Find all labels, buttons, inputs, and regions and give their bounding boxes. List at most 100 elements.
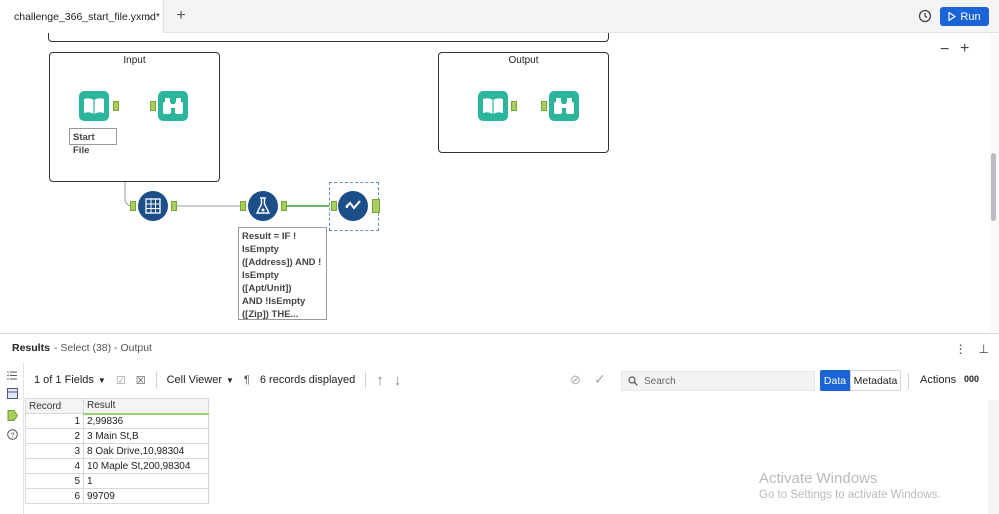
input-anchor[interactable] bbox=[541, 101, 547, 111]
browse-tool-output[interactable] bbox=[549, 91, 579, 121]
cancel-icon[interactable]: ⊘ bbox=[570, 372, 581, 388]
run-button[interactable]: Run bbox=[940, 7, 989, 26]
run-label: Run bbox=[960, 10, 981, 23]
result-cell[interactable]: 8 Oak Drive,10,98304 bbox=[83, 443, 209, 459]
results-subtitle: - Select (38) - Output bbox=[53, 342, 152, 354]
pilcrow-icon[interactable]: ¶ bbox=[244, 374, 250, 386]
table-row[interactable]: 6 99709 bbox=[25, 488, 209, 504]
arrow-down-icon[interactable]: ↓ bbox=[394, 372, 402, 389]
record-cell: 3 bbox=[25, 443, 84, 459]
tab-workflow[interactable]: challenge_366_start_file.yxmd* bbox=[0, 0, 164, 33]
list-icon[interactable] bbox=[7, 370, 18, 381]
tab-title: challenge_366_start_file.yxmd* bbox=[14, 10, 160, 23]
annotation-line: ([Apt/Unit]) bbox=[242, 283, 292, 294]
divider bbox=[155, 372, 157, 388]
search-input[interactable]: Search bbox=[621, 371, 815, 391]
results-scrollbar[interactable] bbox=[988, 400, 999, 514]
results-header: Results - Select (38) - Output ⋮ ⊥ bbox=[0, 334, 999, 362]
search-icon bbox=[628, 376, 638, 386]
column-header-record[interactable]: Record bbox=[25, 398, 84, 414]
clear-box-icon[interactable]: ☒ bbox=[136, 374, 146, 387]
search-placeholder: Search bbox=[644, 375, 676, 387]
watermark-line2: Go to Settings to activate Windows. bbox=[759, 489, 941, 501]
divider bbox=[365, 372, 367, 388]
cell-viewer-label: Cell Viewer bbox=[166, 374, 223, 386]
output-anchor[interactable] bbox=[171, 201, 177, 211]
table-row[interactable]: 4 10 Maple St,200,98304 bbox=[25, 458, 209, 474]
play-icon bbox=[948, 12, 957, 21]
watermark-line1: Activate Windows bbox=[759, 470, 878, 487]
app-window: challenge_366_start_file.yxmd* × + Run −… bbox=[0, 0, 999, 514]
history-icon[interactable] bbox=[918, 9, 932, 23]
edit-check-icon[interactable]: ☑ bbox=[116, 374, 126, 387]
fields-dropdown[interactable]: 1 of 1 Fields ▼ bbox=[34, 374, 106, 386]
tab-metadata[interactable]: Metadata bbox=[850, 370, 901, 391]
binoculars-icon bbox=[163, 98, 183, 114]
table-row[interactable]: 3 8 Oak Drive,10,98304 bbox=[25, 443, 209, 459]
output-container[interactable]: Output bbox=[438, 52, 609, 153]
canvas-scrollbar[interactable] bbox=[989, 33, 999, 333]
multi-row-formula-tool[interactable] bbox=[138, 191, 168, 221]
output-anchor[interactable] bbox=[372, 199, 380, 213]
input-anchor[interactable] bbox=[150, 101, 156, 111]
result-cell[interactable]: 2,99836 bbox=[83, 413, 209, 429]
tab-data[interactable]: Data bbox=[820, 370, 850, 391]
records-count: 6 records displayed bbox=[259, 374, 356, 386]
divider bbox=[908, 373, 909, 389]
help-icon[interactable]: ? bbox=[7, 429, 18, 440]
checkmark-icon[interactable]: ✓ bbox=[594, 371, 606, 388]
cell-viewer-dropdown[interactable]: Cell Viewer ▼ bbox=[167, 374, 234, 386]
record-cell: 5 bbox=[25, 473, 84, 489]
table-row[interactable]: 2 3 Main St,B bbox=[25, 428, 209, 444]
record-cell: 6 bbox=[25, 488, 84, 504]
input-container-title: Input bbox=[123, 55, 146, 66]
result-cell[interactable]: 10 Maple St,200,98304 bbox=[83, 458, 209, 474]
actions-more-button[interactable]: 000 bbox=[964, 374, 979, 384]
table-row[interactable]: 1 2,99836 bbox=[25, 413, 209, 429]
formula-annotation: Result = IF ! IsEmpty ([Address]) AND ! … bbox=[238, 227, 327, 320]
workflow-canvas[interactable]: − + Input Start File Output Result = IF … bbox=[0, 33, 989, 333]
record-cell: 4 bbox=[25, 458, 84, 474]
annotation-line: IsEmpty bbox=[242, 244, 279, 255]
select-tool[interactable] bbox=[338, 191, 368, 221]
formula-tool[interactable] bbox=[248, 191, 278, 221]
input-container[interactable]: Input bbox=[49, 52, 220, 182]
scrollbar-thumb[interactable] bbox=[991, 153, 996, 221]
results-sidebar: ? bbox=[0, 362, 24, 514]
arrow-up-icon[interactable]: ↑ bbox=[376, 372, 384, 389]
output-anchor[interactable] bbox=[511, 101, 517, 111]
add-tab-button[interactable]: + bbox=[172, 7, 190, 25]
more-vertical-icon[interactable]: ⋮ bbox=[955, 342, 967, 356]
binoculars-icon bbox=[554, 98, 574, 114]
pin-icon[interactable]: ⊥ bbox=[979, 342, 989, 356]
column-header-result[interactable]: Result bbox=[83, 398, 209, 415]
anchor-icon[interactable] bbox=[7, 410, 18, 421]
table-icon[interactable] bbox=[7, 388, 18, 399]
input-anchor[interactable] bbox=[240, 201, 246, 211]
output-anchor[interactable] bbox=[113, 101, 119, 111]
input-anchor[interactable] bbox=[130, 201, 136, 211]
record-cell: 1 bbox=[25, 413, 84, 429]
annotation-line: Result = IF ! bbox=[242, 231, 297, 242]
input-data-tool[interactable] bbox=[79, 91, 109, 121]
result-cell[interactable]: 3 Main St,B bbox=[83, 428, 209, 444]
record-cell: 2 bbox=[25, 428, 84, 444]
results-toolbar: 1 of 1 Fields ▼ ☑ ☒ Cell Viewer ▼ ¶ 6 re… bbox=[24, 362, 999, 398]
results-title: Results bbox=[12, 342, 50, 354]
result-cell[interactable]: 99709 bbox=[83, 488, 209, 504]
browse-tool[interactable] bbox=[158, 91, 188, 121]
table-header-row: Record Result bbox=[25, 398, 209, 415]
close-icon[interactable]: × bbox=[146, 10, 154, 25]
start-file-annotation: Start File bbox=[69, 128, 117, 156]
actions-button[interactable]: Actions bbox=[920, 374, 956, 386]
output-anchor[interactable] bbox=[281, 201, 287, 211]
input-anchor[interactable] bbox=[331, 201, 337, 211]
book-icon bbox=[84, 98, 104, 114]
table-row[interactable]: 5 1 bbox=[25, 473, 209, 489]
input-data-tool-output[interactable] bbox=[478, 91, 508, 121]
grid-star-icon bbox=[145, 198, 161, 214]
result-cell[interactable]: 1 bbox=[83, 473, 209, 489]
annotation-line: ([Zip]) THE... bbox=[242, 309, 299, 320]
activate-windows-watermark: Activate Windows Go to Settings to activ… bbox=[759, 470, 941, 501]
results-header-icons: ⋮ ⊥ bbox=[955, 342, 989, 356]
